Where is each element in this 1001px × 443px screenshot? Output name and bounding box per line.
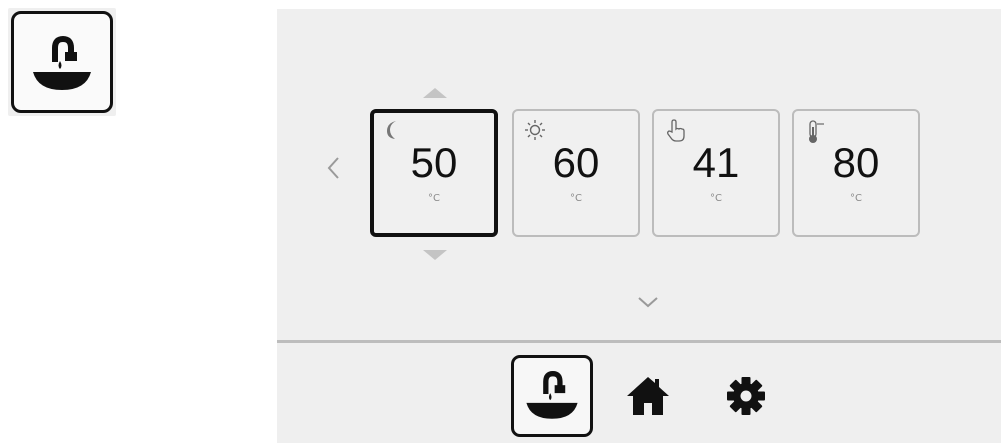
- nav-home-button[interactable]: [620, 370, 676, 426]
- chevron-down-icon[interactable]: [633, 290, 663, 314]
- faucet-icon: [11, 11, 113, 113]
- home-icon: [625, 375, 671, 421]
- thermometer-icon: [804, 119, 826, 143]
- temp-unit: °C: [570, 193, 582, 204]
- increase-button[interactable]: [423, 88, 447, 98]
- chevron-left-icon[interactable]: [320, 152, 346, 184]
- app-logo: [8, 8, 116, 116]
- temp-card-night[interactable]: 50 °C: [370, 109, 498, 237]
- temp-card-manual[interactable]: 41 °C: [652, 109, 780, 237]
- faucet-icon: [522, 364, 582, 428]
- hand-pointer-icon: [664, 119, 686, 142]
- temp-unit: °C: [850, 193, 862, 204]
- nav-hot-water-button[interactable]: [511, 355, 593, 437]
- decrease-button[interactable]: [423, 250, 447, 260]
- temp-value: 60: [552, 139, 600, 186]
- temp-unit: °C: [710, 193, 722, 204]
- temp-unit: °C: [428, 193, 440, 204]
- temp-value: 50: [410, 139, 458, 186]
- moon-icon: [382, 119, 404, 141]
- nav-settings-button[interactable]: [718, 370, 774, 426]
- gear-icon: [724, 374, 768, 422]
- temp-card-day[interactable]: 60 °C: [512, 109, 640, 237]
- temp-value: 41: [692, 139, 740, 186]
- temp-value: 80: [832, 139, 880, 186]
- sun-icon: [524, 119, 546, 141]
- temp-card-max[interactable]: 80 °C: [792, 109, 920, 237]
